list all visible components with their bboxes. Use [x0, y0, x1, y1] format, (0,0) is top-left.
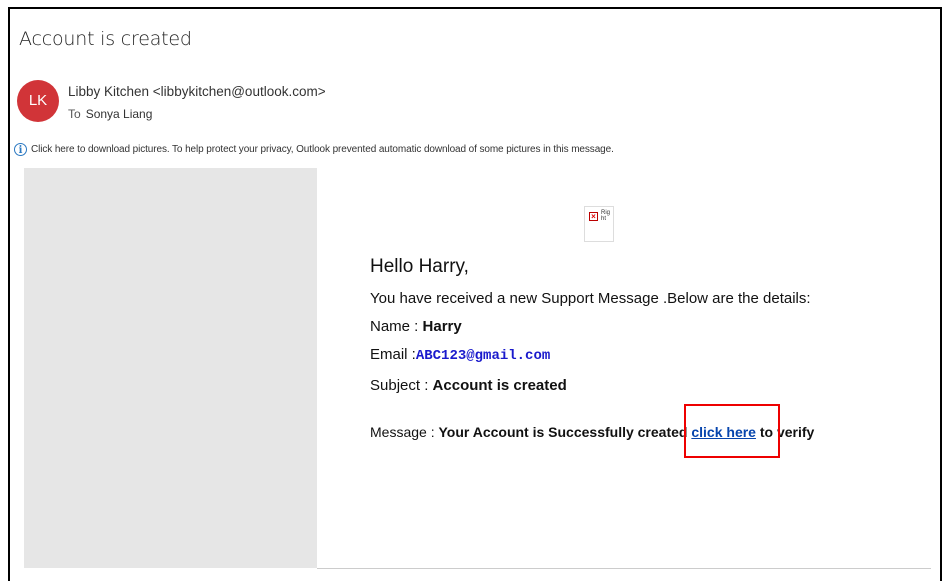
- greeting: Hello Harry,: [370, 256, 469, 277]
- recipient-name[interactable]: Sonya Liang: [86, 107, 153, 121]
- link-highlight-box: [684, 404, 780, 458]
- name-row: Name : Harry: [370, 318, 462, 335]
- subject-row: Subject : Account is created: [370, 377, 567, 394]
- email-label: Email :: [370, 346, 416, 363]
- infobar-text: Click here to download pictures. To help…: [31, 144, 614, 155]
- to-label: To: [68, 107, 81, 121]
- email-value[interactable]: ABC123@gmail.com: [416, 348, 550, 364]
- broken-image-alt: Right: [601, 210, 611, 222]
- broken-image-placeholder[interactable]: × Right: [584, 206, 614, 242]
- subject-value: Account is created: [432, 377, 567, 394]
- broken-image-icon: ×: [589, 212, 598, 221]
- message-text: Your Account is Successfully created: [438, 424, 688, 440]
- name-label: Name :: [370, 318, 423, 335]
- recipient-line: To Sonya Liang: [68, 107, 152, 121]
- email-row: Email :ABC123@gmail.com: [370, 346, 550, 364]
- sender-avatar[interactable]: LK: [17, 80, 59, 122]
- intro-text: You have received a new Support Message …: [370, 290, 811, 307]
- email-left-panel: [24, 168, 317, 568]
- subject-label: Subject :: [370, 377, 433, 394]
- name-value: Harry: [422, 318, 462, 335]
- download-pictures-infobar[interactable]: i Click here to download pictures. To he…: [14, 143, 614, 156]
- info-icon: i: [14, 143, 27, 156]
- email-subject: Account is created: [19, 28, 192, 50]
- message-label: Message :: [370, 424, 439, 440]
- sender-address[interactable]: Libby Kitchen <libbykitchen@outlook.com>: [68, 84, 326, 99]
- divider: [317, 568, 931, 569]
